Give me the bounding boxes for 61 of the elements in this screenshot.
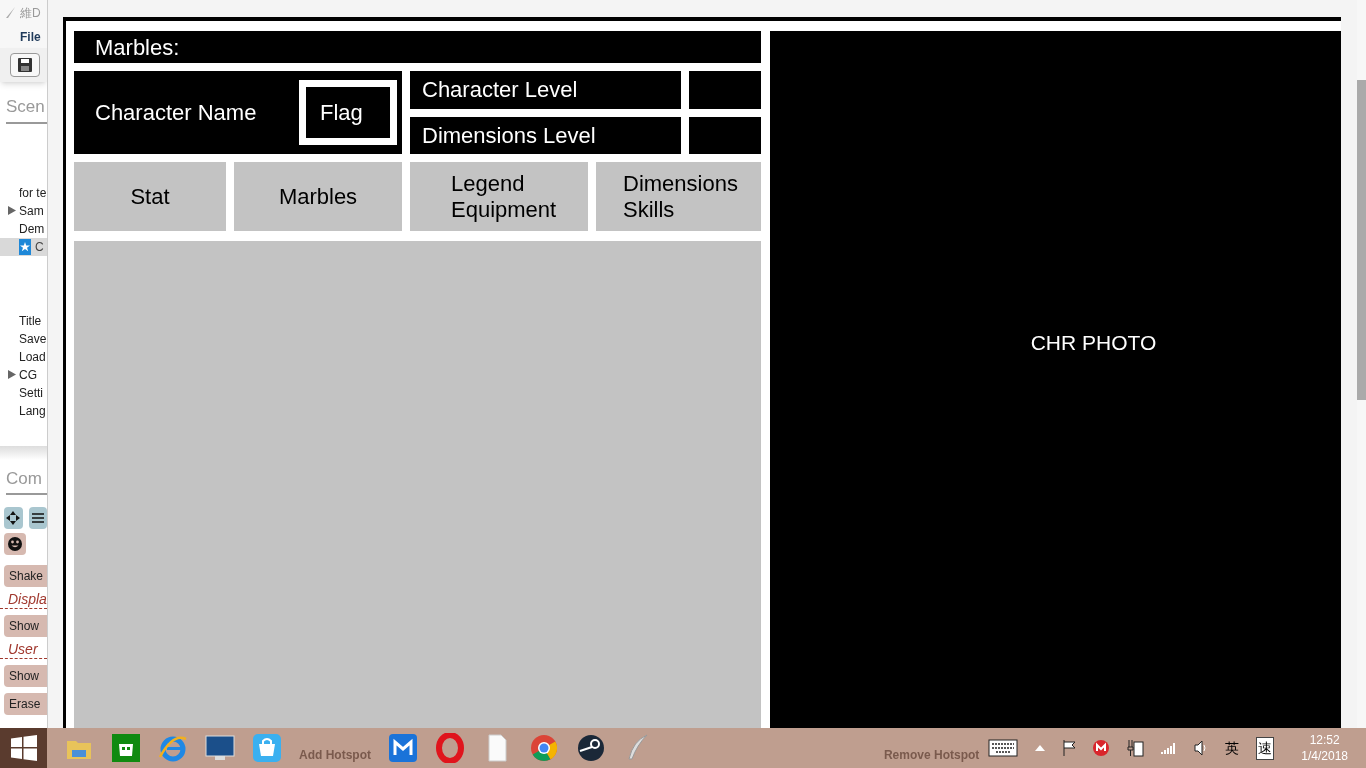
tree-item[interactable]: Sam [0,201,47,220]
flag-box: Flag [299,80,397,145]
tree-item-label: Save [19,330,47,348]
photo-label: CHR PHOTO [1030,330,1157,356]
tab[interactable]: Legend Equipment [410,162,588,231]
store-icon[interactable] [111,733,141,763]
monitor-icon[interactable] [205,733,235,763]
tree-item[interactable]: Lang [0,401,47,420]
command-button[interactable]: Show [4,665,47,687]
list-icon[interactable] [28,507,47,529]
tree-item-label: Lang [19,402,46,420]
emoji-icon[interactable] [4,533,26,555]
command-button[interactable]: Erase [4,693,47,715]
tree-item[interactable]: Setti [0,383,47,402]
tab[interactable]: Marbles [234,162,402,231]
panel-shadow [0,445,47,460]
expand-icon[interactable] [8,370,16,379]
battery-icon[interactable] [1126,739,1145,757]
tree-item[interactable]: Save [0,329,47,348]
tab[interactable]: Dimensions Skills [596,162,761,231]
level-value-box [689,71,761,109]
expand-icon[interactable] [8,206,16,215]
save-button[interactable] [10,53,40,77]
chrome-icon[interactable] [529,733,559,763]
tree-item[interactable]: Load [0,347,47,366]
add-hotspot-label: Add Hotspot [299,747,371,764]
tree-item-label: Setti [19,384,43,402]
speaker-icon[interactable] [1194,740,1209,756]
level-label: Character Level [410,71,681,109]
command-button[interactable]: Show [4,615,47,637]
m-badge-icon[interactable] [1093,740,1110,756]
tree-item-label: Dem [19,220,45,238]
tree-item-label: Load [19,348,46,366]
tree-item-label: C [35,238,44,256]
tab[interactable]: Stat [74,162,226,231]
level-value-box [689,116,761,154]
character-name: Character Name [95,99,257,127]
command-button[interactable]: Shake [4,565,47,587]
window-title: 維D [20,4,41,22]
level-label: Dimensions Level [410,116,681,154]
tree-item[interactable]: for te [0,183,47,202]
ime-indicator[interactable]: 英 [1225,737,1240,759]
tree-item-label: for te [19,184,47,202]
start-button[interactable] [0,728,47,768]
tree-item[interactable]: C [0,237,47,256]
tree-item-label: CG [19,366,37,384]
tree-item-label: Sam [19,202,44,220]
marbles-bar: Marbles: [74,31,761,63]
tree-item[interactable]: CG [0,365,47,384]
remove-hotspot-label: Remove Hotspot [883,747,980,764]
tree-item[interactable]: Title [0,311,47,330]
steam-icon[interactable] [576,733,606,763]
window-m-icon[interactable] [388,733,418,763]
save-icon [17,57,33,73]
move-icon[interactable] [4,507,23,529]
keyboard-icon[interactable] [988,739,1019,757]
windows-logo-icon [10,735,37,761]
tree-item-label: Title [19,312,42,330]
tree-item[interactable]: Dem [0,219,47,238]
ime-indicator[interactable]: 速 [1256,736,1275,760]
flag-icon[interactable] [1062,740,1077,756]
